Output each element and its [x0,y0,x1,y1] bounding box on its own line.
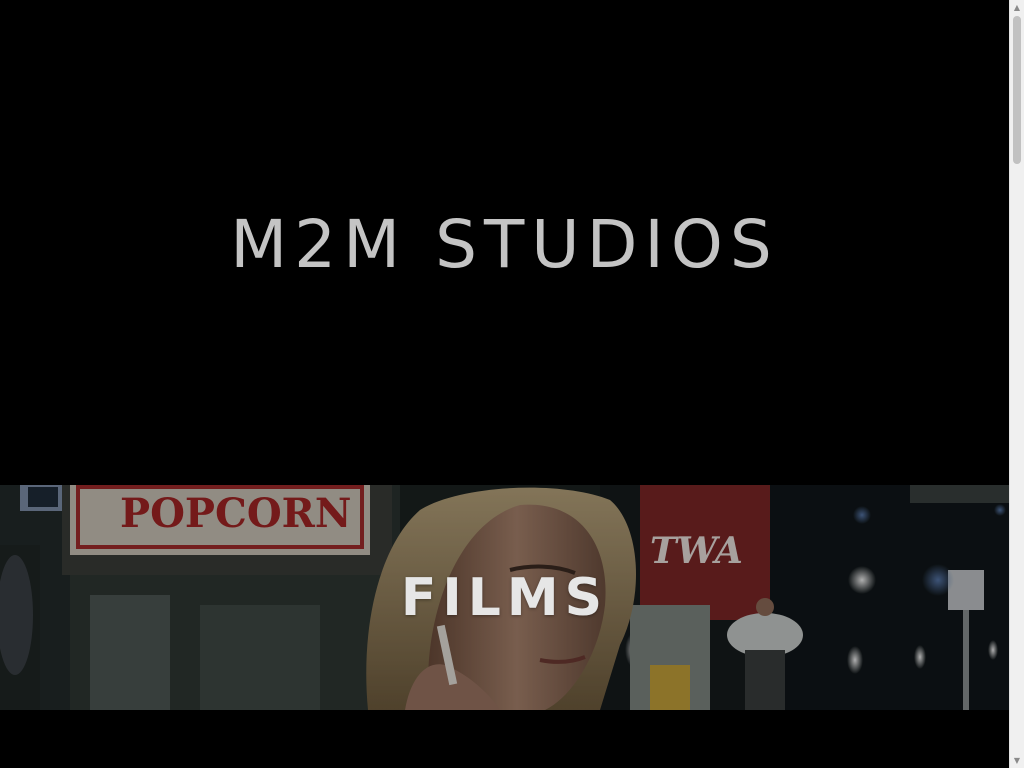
next-section [0,710,1009,768]
scrollbar-thumb[interactable] [1013,16,1021,164]
site-title: M2M STUDIOS [230,206,779,283]
page: M2M STUDIOS POPCORN TWA FILMS [0,0,1009,768]
triangle-down-icon[interactable]: ▼ [1010,753,1024,768]
triangle-up-icon[interactable]: ▲ [1010,0,1024,15]
page-scrollbar[interactable]: ▲ ▼ [1009,0,1024,768]
hero-section: M2M STUDIOS [0,0,1009,485]
films-label: FILMS [400,568,609,628]
films-banner-link[interactable]: POPCORN TWA FILMS [0,485,1009,710]
